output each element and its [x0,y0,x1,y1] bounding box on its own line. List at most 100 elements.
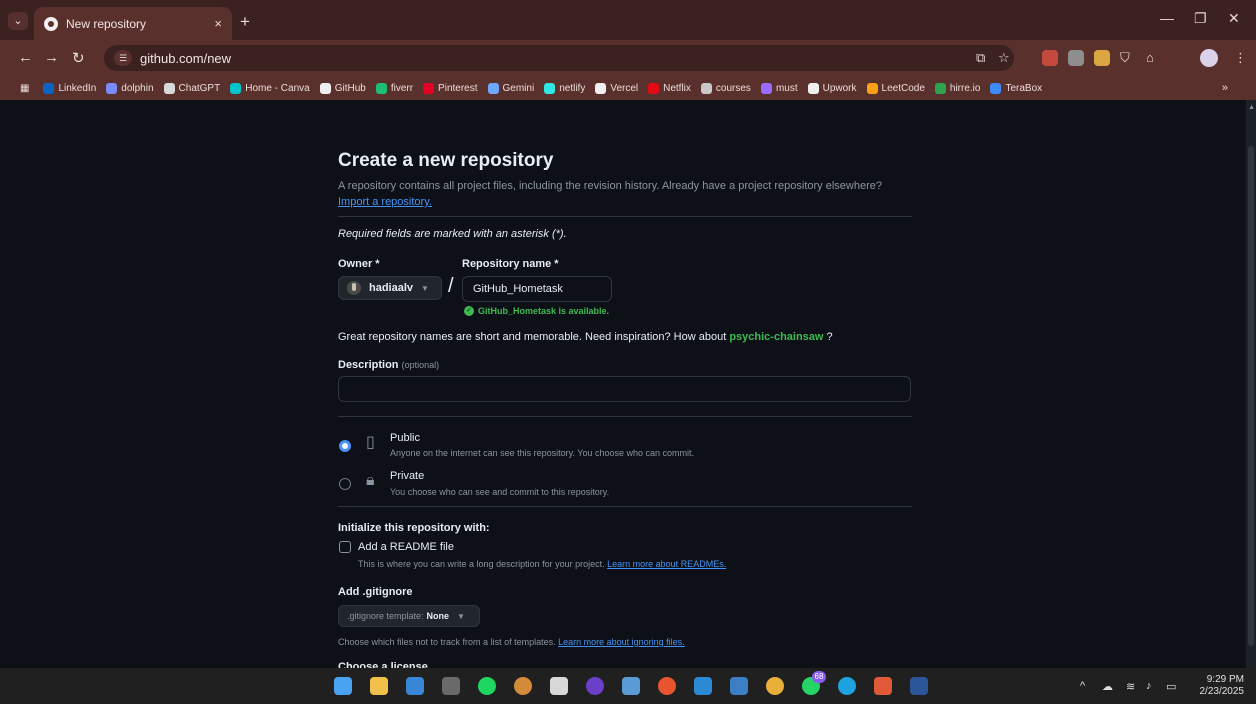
app-icon[interactable] [730,677,748,695]
extensions-puzzle-icon[interactable]: ⌂ [1146,50,1154,65]
bookmark-item[interactable]: must [760,82,798,94]
availability-text: GitHub_Hometask is available. [478,306,610,316]
gitignore-template-dropdown[interactable]: .gitignore template: None ▼ [338,605,480,627]
git-icon[interactable] [874,677,892,695]
bookmark-item[interactable]: Pinterest [423,82,478,94]
bookmark-favicon-icon [990,82,1002,94]
apps-grid-icon[interactable]: ▦ [20,83,29,94]
bookmark-favicon-icon [43,82,55,94]
back-icon[interactable]: ← [18,49,33,66]
tab-close-icon[interactable]: × [214,16,222,31]
gitignore-value: None [426,611,450,621]
chevron-down-icon: ▼ [457,611,465,621]
bookmark-label: Netflix [663,82,691,94]
system-clock[interactable]: 9:29 PM 2/23/2025 [1200,674,1245,698]
clock-time: 9:29 PM [1206,674,1244,685]
suggested-name-link[interactable]: psychic-chainsaw [729,331,823,343]
profile-avatar[interactable] [1200,49,1218,67]
gitignore-learn-more-link[interactable]: Learn more about ignoring files. [558,637,685,647]
bookmark-item[interactable]: LeetCode [866,82,925,94]
bookmark-item[interactable]: hirre.io [934,82,981,94]
spotify-icon[interactable] [478,677,496,695]
opera-icon[interactable] [658,677,676,695]
public-radio[interactable] [339,440,351,452]
bookmark-star-icon[interactable]: ☆ [998,50,1010,66]
tab-new-repository[interactable]: New repository × [34,7,232,40]
lock-icon: 🔒︎ [366,472,375,489]
description-input[interactable] [338,376,911,402]
bookmark-item[interactable]: dolphin [106,82,154,94]
windows-start-icon[interactable] [334,677,352,695]
inspiration-text: Great repository names are short and mem… [338,331,727,343]
tray-expand-icon[interactable]: ^ [1080,680,1085,692]
menu-kebab-icon[interactable]: ⋮ [1234,50,1247,66]
minimize-icon[interactable]: — [1160,10,1174,26]
bookmark-item[interactable]: TeraBox [990,82,1042,94]
battery-icon[interactable]: ▭ [1166,680,1176,693]
bookmark-item[interactable]: Upwork [807,82,857,94]
shield-icon[interactable]: ⛉ [1120,50,1130,66]
bookmark-label: GitHub [334,82,366,94]
tab-search-chevron-icon[interactable]: ⌄ [8,12,28,30]
vscode-icon[interactable] [694,677,712,695]
word-icon[interactable] [910,677,928,695]
private-radio[interactable] [339,478,351,490]
gitignore-description: Choose which files not to track from a l… [338,637,685,647]
bookmark-item[interactable]: Home - Canva [230,82,310,94]
site-info-icon[interactable]: ☰ [114,50,132,66]
new-tab-button[interactable]: + [240,12,250,32]
owner-dropdown[interactable]: hadiaalv ▼ [338,276,442,300]
forward-icon[interactable]: → [44,49,59,66]
bookmark-label: hirre.io [949,82,981,94]
bookmark-item[interactable]: GitHub [319,82,366,94]
page-subtitle: A repository contains all project files,… [338,178,918,210]
volume-icon[interactable]: ♪ [1146,680,1152,692]
bookmark-item[interactable]: Vercel [595,82,639,94]
owner-name: hadiaalv [369,282,414,294]
bookmark-item[interactable]: netlify [544,82,585,94]
teams-icon[interactable] [622,677,640,695]
description-label-text: Description [338,359,399,371]
onedrive-icon[interactable]: ☁ [1102,680,1113,693]
owner-label: Owner * [338,258,380,270]
readme-label[interactable]: Add a README file [358,541,454,553]
bookmark-item[interactable]: courses [700,82,751,94]
import-repository-link[interactable]: Import a repository. [338,196,432,208]
bookmark-item[interactable]: LinkedIn [43,82,97,94]
bookmark-item[interactable]: fiverr [375,82,413,94]
install-app-icon[interactable]: ⧉ [976,50,985,66]
app-icon[interactable] [550,677,568,695]
chrome-icon[interactable] [766,677,784,695]
page-scrollbar-thumb[interactable] [1248,146,1254,646]
file-explorer-icon[interactable] [370,677,388,695]
app-icon[interactable] [514,677,532,695]
bookmark-label: Vercel [610,82,639,94]
readme-learn-more-link[interactable]: Learn more about READMEs. [607,559,726,569]
github-desktop-icon[interactable] [586,677,604,695]
owner-avatar [347,281,361,295]
close-window-icon[interactable]: ✕ [1228,10,1240,27]
extension-icon[interactable] [1068,50,1084,66]
bookmark-item[interactable]: Gemini [487,82,534,94]
readme-description-text: This is where you can write a long descr… [358,559,605,569]
bookmarks-overflow-button[interactable]: » [1222,82,1228,94]
bookmark-item[interactable]: Netflix [648,82,691,94]
photos-icon[interactable] [442,677,460,695]
bookmark-label: LinkedIn [58,82,97,94]
todo-icon[interactable] [406,677,424,695]
readme-checkbox[interactable] [339,541,351,553]
extension-icon[interactable] [1094,50,1110,66]
clock-date: 2/23/2025 [1199,686,1245,697]
bookmark-item[interactable]: ChatGPT [163,82,220,94]
divider [338,506,912,507]
edge-icon[interactable] [838,677,856,695]
reload-icon[interactable]: ↻ [72,49,85,67]
address-bar[interactable]: ☰ github.com/new [104,45,1014,71]
extension-icon[interactable] [1042,50,1058,66]
wifi-icon[interactable]: ≋ [1126,680,1135,693]
repository-name-input[interactable] [462,276,612,302]
initialize-heading: Initialize this repository with: [338,522,490,534]
scroll-up-icon[interactable]: ▲ [1248,104,1255,111]
private-title: Private [390,470,425,482]
restore-icon[interactable]: ❐ [1194,10,1207,27]
